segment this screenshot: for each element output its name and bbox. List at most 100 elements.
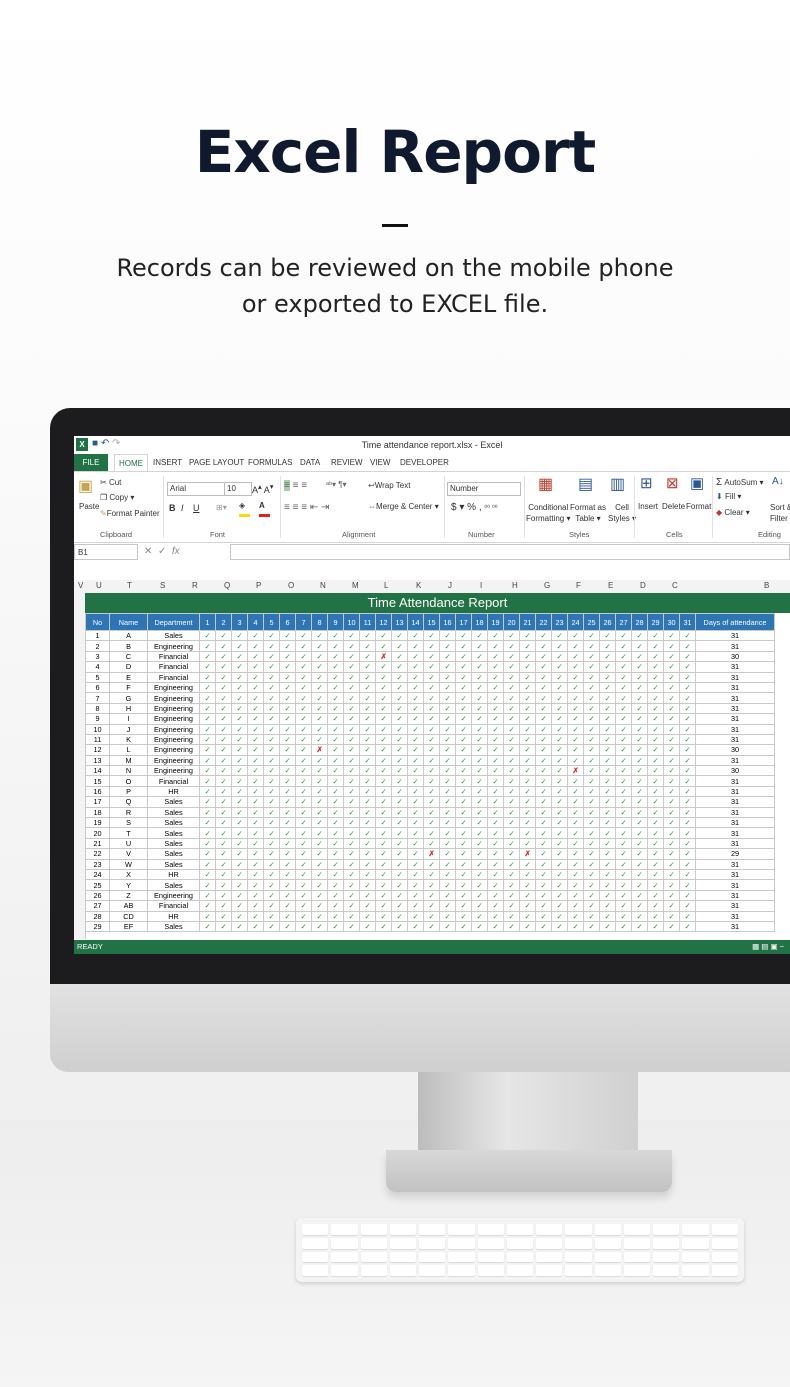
- present-mark-cell[interactable]: ✓: [503, 661, 520, 673]
- present-mark-cell[interactable]: ✓: [599, 692, 616, 704]
- present-mark-cell[interactable]: ✓: [599, 640, 616, 652]
- cell-department[interactable]: Sales: [147, 806, 200, 819]
- present-mark-cell[interactable]: ✓: [487, 775, 504, 787]
- present-mark-cell[interactable]: ✓: [375, 796, 392, 808]
- column-letter[interactable]: V: [78, 581, 83, 590]
- present-mark-cell[interactable]: ✓: [647, 744, 664, 756]
- present-mark-cell[interactable]: ✓: [679, 744, 696, 756]
- present-mark-cell[interactable]: ✓: [247, 671, 264, 683]
- present-mark-cell[interactable]: ✓: [327, 848, 344, 860]
- present-mark-cell[interactable]: ✓: [615, 796, 632, 808]
- present-mark-cell[interactable]: ✓: [471, 785, 488, 798]
- present-mark-cell[interactable]: ✓: [295, 681, 312, 694]
- present-mark-cell[interactable]: ✓: [647, 754, 664, 767]
- present-mark-cell[interactable]: ✓: [311, 692, 328, 704]
- cell-department[interactable]: Sales: [147, 879, 200, 891]
- present-mark-cell[interactable]: ✓: [231, 889, 248, 902]
- present-mark-cell[interactable]: ✓: [343, 681, 360, 694]
- header-day[interactable]: 25: [583, 613, 600, 631]
- cell-days-of-attendance[interactable]: 31: [695, 910, 775, 922]
- present-mark-cell[interactable]: ✓: [359, 692, 376, 704]
- absent-mark-cell[interactable]: ✗: [423, 848, 440, 860]
- percent-button[interactable]: %: [467, 502, 476, 513]
- present-mark-cell[interactable]: ✓: [679, 640, 696, 652]
- present-mark-cell[interactable]: ✓: [215, 817, 232, 829]
- present-mark-cell[interactable]: ✓: [343, 733, 360, 746]
- present-mark-cell[interactable]: ✓: [199, 900, 216, 912]
- present-mark-cell[interactable]: ✓: [583, 889, 600, 902]
- present-mark-cell[interactable]: ✓: [663, 879, 680, 891]
- present-mark-cell[interactable]: ✓: [423, 910, 440, 922]
- cell-department[interactable]: Sales: [147, 920, 200, 933]
- present-mark-cell[interactable]: ✓: [535, 723, 552, 735]
- present-mark-cell[interactable]: ✓: [439, 702, 456, 715]
- comma-button[interactable]: ,: [479, 502, 482, 513]
- present-mark-cell[interactable]: ✓: [679, 837, 696, 850]
- present-mark-cell[interactable]: ✓: [231, 661, 248, 673]
- present-mark-cell[interactable]: ✓: [375, 671, 392, 683]
- present-mark-cell[interactable]: ✓: [599, 827, 616, 839]
- present-mark-cell[interactable]: ✓: [567, 837, 584, 850]
- present-mark-cell[interactable]: ✓: [567, 900, 584, 912]
- present-mark-cell[interactable]: ✓: [503, 692, 520, 704]
- present-mark-cell[interactable]: ✓: [583, 848, 600, 860]
- present-mark-cell[interactable]: ✓: [551, 733, 568, 746]
- present-mark-cell[interactable]: ✓: [455, 661, 472, 673]
- present-mark-cell[interactable]: ✓: [567, 889, 584, 902]
- present-mark-cell[interactable]: ✓: [439, 754, 456, 767]
- present-mark-cell[interactable]: ✓: [231, 702, 248, 715]
- present-mark-cell[interactable]: ✓: [583, 806, 600, 819]
- present-mark-cell[interactable]: ✓: [375, 848, 392, 860]
- present-mark-cell[interactable]: ✓: [631, 827, 648, 839]
- present-mark-cell[interactable]: ✓: [279, 889, 296, 902]
- present-mark-cell[interactable]: ✓: [279, 692, 296, 704]
- present-mark-cell[interactable]: ✓: [423, 806, 440, 819]
- decimal-icon[interactable]: ⁰⁰ ⁰⁰: [484, 505, 497, 512]
- present-mark-cell[interactable]: ✓: [343, 723, 360, 735]
- present-mark-cell[interactable]: ✓: [439, 900, 456, 912]
- present-mark-cell[interactable]: ✓: [199, 671, 216, 683]
- present-mark-cell[interactable]: ✓: [199, 713, 216, 725]
- present-mark-cell[interactable]: ✓: [215, 900, 232, 912]
- present-mark-cell[interactable]: ✓: [295, 661, 312, 673]
- present-mark-cell[interactable]: ✓: [407, 920, 424, 933]
- present-mark-cell[interactable]: ✓: [247, 650, 264, 663]
- present-mark-cell[interactable]: ✓: [375, 681, 392, 694]
- present-mark-cell[interactable]: ✓: [359, 827, 376, 839]
- present-mark-cell[interactable]: ✓: [455, 681, 472, 694]
- present-mark-cell[interactable]: ✓: [519, 920, 536, 933]
- present-mark-cell[interactable]: ✓: [311, 817, 328, 829]
- present-mark-cell[interactable]: ✓: [631, 744, 648, 756]
- present-mark-cell[interactable]: ✓: [663, 868, 680, 881]
- cell-days-of-attendance[interactable]: 31: [695, 671, 775, 683]
- cell-no[interactable]: 3: [85, 650, 110, 663]
- header-day[interactable]: 1: [199, 613, 216, 631]
- cell-days-of-attendance[interactable]: 31: [695, 889, 775, 902]
- present-mark-cell[interactable]: ✓: [503, 671, 520, 683]
- present-mark-cell[interactable]: ✓: [455, 848, 472, 860]
- present-mark-cell[interactable]: ✓: [551, 837, 568, 850]
- present-mark-cell[interactable]: ✓: [647, 920, 664, 933]
- cell-no[interactable]: 9: [85, 713, 110, 725]
- present-mark-cell[interactable]: ✓: [455, 785, 472, 798]
- present-mark-cell[interactable]: ✓: [215, 702, 232, 715]
- present-mark-cell[interactable]: ✓: [455, 692, 472, 704]
- cell-department[interactable]: Financial: [147, 650, 200, 663]
- present-mark-cell[interactable]: ✓: [391, 868, 408, 881]
- present-mark-cell[interactable]: ✓: [599, 765, 616, 777]
- present-mark-cell[interactable]: ✓: [551, 868, 568, 881]
- present-mark-cell[interactable]: ✓: [295, 671, 312, 683]
- present-mark-cell[interactable]: ✓: [663, 910, 680, 922]
- present-mark-cell[interactable]: ✓: [199, 806, 216, 819]
- cell-department[interactable]: Engineering: [147, 765, 200, 777]
- present-mark-cell[interactable]: ✓: [503, 723, 520, 735]
- present-mark-cell[interactable]: ✓: [647, 629, 664, 642]
- present-mark-cell[interactable]: ✓: [503, 650, 520, 663]
- cell-days-of-attendance[interactable]: 31: [695, 837, 775, 850]
- present-mark-cell[interactable]: ✓: [247, 775, 264, 787]
- present-mark-cell[interactable]: ✓: [503, 900, 520, 912]
- present-mark-cell[interactable]: ✓: [471, 837, 488, 850]
- present-mark-cell[interactable]: ✓: [343, 692, 360, 704]
- present-mark-cell[interactable]: ✓: [455, 733, 472, 746]
- present-mark-cell[interactable]: ✓: [247, 723, 264, 735]
